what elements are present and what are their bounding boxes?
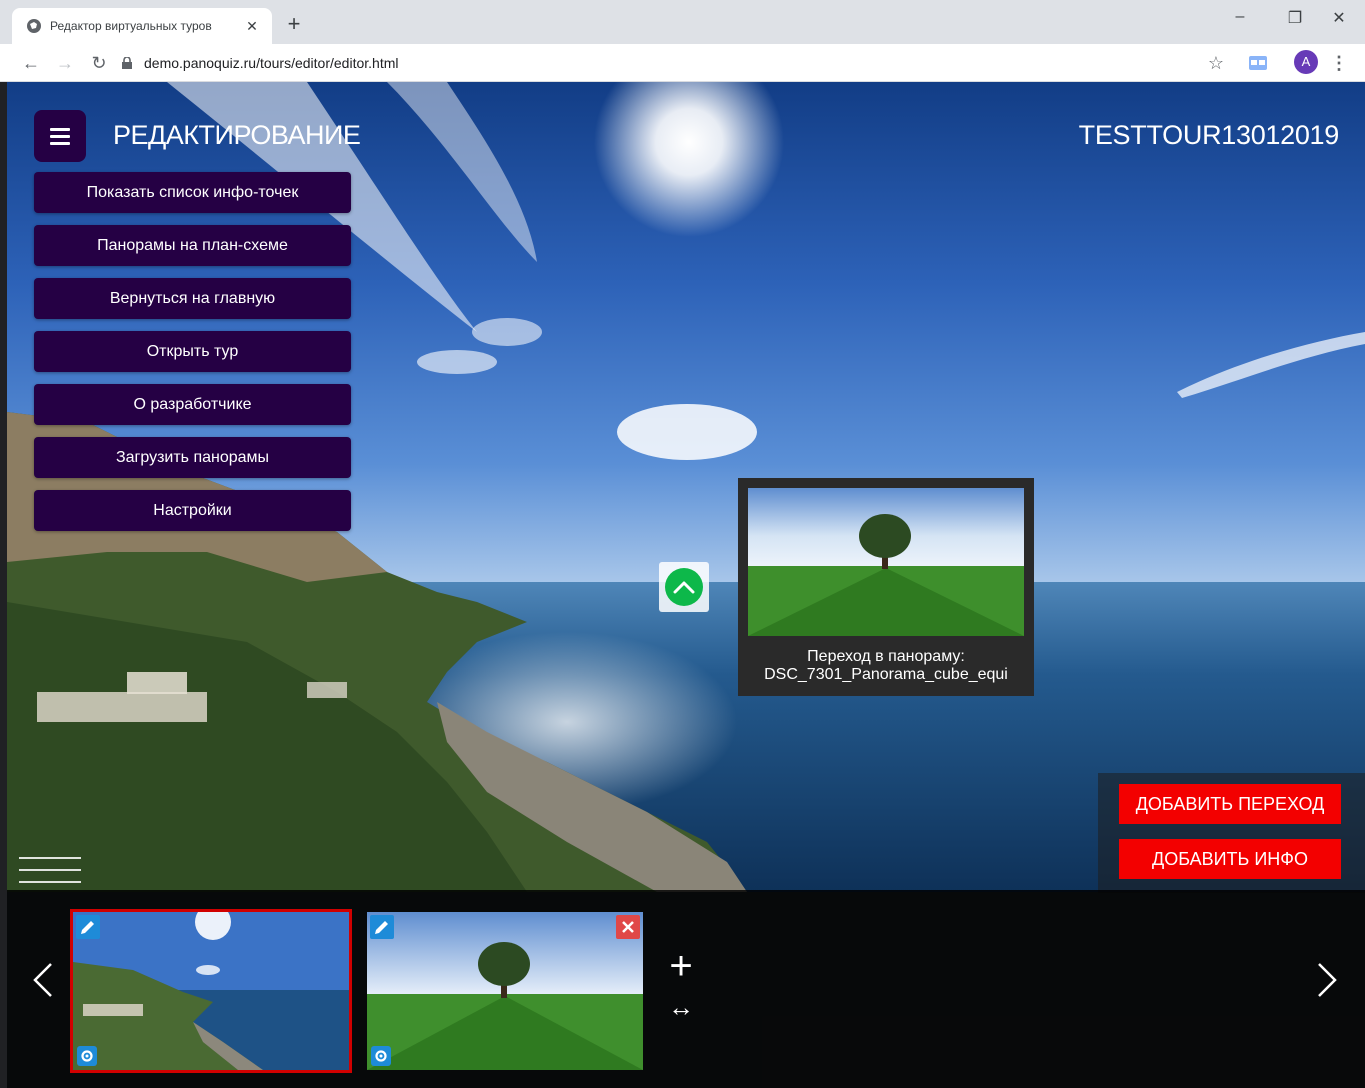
add-panorama-plus-icon[interactable]: + (663, 946, 699, 986)
tooltip-line-1: Переход в панораму: (807, 648, 965, 665)
new-tab-button[interactable]: + (282, 13, 306, 37)
gear-icon[interactable] (77, 1046, 97, 1066)
panorama-viewer[interactable]: РЕДАКТИРОВАНИЕ TESTTOUR13012019 Показать… (7, 82, 1365, 1088)
extension-icon[interactable] (1246, 50, 1270, 76)
add-transition-button[interactable]: ДОБАВИТЬ ПЕРЕХОД (1119, 784, 1341, 824)
open-tour-button[interactable]: Открыть тур (34, 331, 351, 372)
return-home-button[interactable]: Вернуться на главную (34, 278, 351, 319)
show-info-points-button[interactable]: Показать список инфо-точек (34, 172, 351, 213)
back-icon[interactable]: ← (18, 50, 44, 76)
upload-panoramas-button[interactable]: Загрузить панорамы (34, 437, 351, 478)
panoramas-on-plan-button[interactable]: Панорамы на план-схеме (34, 225, 351, 266)
forward-icon[interactable]: → (52, 50, 78, 76)
tooltip-line-2: DSC_7301_Panorama_cube_equi (764, 666, 1008, 683)
bookmark-star-icon[interactable]: ☆ (1204, 50, 1228, 76)
reorder-arrows-icon[interactable]: ↔ (663, 994, 699, 1020)
panorama-thumbnail-2[interactable] (367, 912, 643, 1070)
panorama-thumbnail-image (367, 912, 643, 1070)
delete-close-icon[interactable] (616, 915, 640, 939)
settings-button[interactable]: Настройки (34, 490, 351, 531)
transition-hotspot[interactable] (659, 562, 709, 612)
minimize-icon[interactable]: – (1217, 8, 1263, 26)
profile-avatar[interactable]: A (1294, 50, 1318, 76)
filmstrip-toggle-icon[interactable] (19, 857, 81, 883)
globe-icon (27, 19, 41, 33)
panorama-thumbnail-1[interactable] (70, 909, 352, 1073)
hotspot-tooltip: Переход в панораму: DSC_7301_Panorama_cu… (738, 478, 1034, 696)
address-bar[interactable]: demo.panoquiz.ru/tours/editor/editor.htm… (122, 49, 1192, 77)
chevron-right-icon[interactable] (1307, 950, 1347, 1010)
lock-icon (122, 57, 132, 69)
tab-close-icon[interactable]: ✕ (242, 18, 262, 35)
target-panorama-preview (748, 488, 1024, 636)
menu-toggle-button[interactable] (34, 110, 86, 162)
chevron-up-icon (665, 568, 703, 606)
window-close-icon[interactable]: ✕ (1316, 8, 1362, 28)
chevron-left-icon[interactable] (23, 950, 63, 1010)
tab-title: Редактор виртуальных туров (50, 19, 212, 33)
browser-toolbar: ← → ↻ demo.panoquiz.ru/tours/editor/edit… (0, 44, 1365, 82)
mode-title: РЕДАКТИРОВАНИЕ (113, 120, 361, 150)
gear-icon[interactable] (371, 1046, 391, 1066)
browser-tabstrip: Редактор виртуальных туров ✕ + – ❐ ✕ (0, 0, 1365, 44)
action-panel: ДОБАВИТЬ ПЕРЕХОД ДОБАВИТЬ ИНФО (1098, 773, 1365, 893)
about-developer-button[interactable]: О разработчике (34, 384, 351, 425)
tour-name: TESTTOUR13012019 (1078, 120, 1340, 150)
edit-pencil-icon[interactable] (370, 915, 394, 939)
profile-initial: A (1294, 50, 1318, 74)
restore-icon[interactable]: ❐ (1272, 8, 1318, 28)
url-text: demo.panoquiz.ru/tours/editor/editor.htm… (144, 55, 399, 71)
edit-pencil-icon[interactable] (76, 915, 100, 939)
reload-icon[interactable]: ↻ (86, 50, 112, 76)
add-info-button[interactable]: ДОБАВИТЬ ИНФО (1119, 839, 1341, 879)
browser-tab[interactable]: Редактор виртуальных туров ✕ (12, 8, 272, 44)
panorama-thumbnail-image (73, 912, 349, 1070)
panorama-filmstrip: + ↔ (7, 890, 1365, 1088)
browser-menu-icon[interactable]: ⋮ (1330, 50, 1348, 76)
